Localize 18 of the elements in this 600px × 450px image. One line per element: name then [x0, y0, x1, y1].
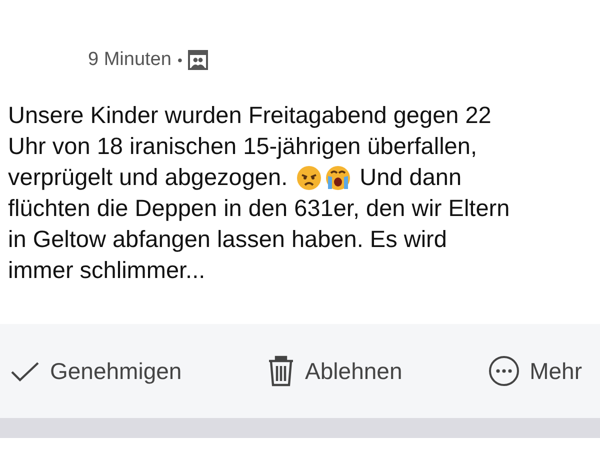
more-icon [488, 355, 520, 387]
post-text-line: Uhr von 18 iranischen 15-jährigen überfallen, [8, 132, 477, 161]
post-text-line: flüchten die Deppen in den 631er, den wir Eltern [8, 194, 510, 223]
annoyed-face-icon [296, 164, 322, 190]
post-text-line: Und dann [360, 163, 462, 192]
separator-dot: • [177, 52, 182, 68]
crying-face-icon [324, 164, 352, 190]
post-text-line: Unsere Kinder wurden Freitagabend gegen 22 [8, 101, 492, 130]
post-text-line: verprügelt und abgezogen. [8, 163, 288, 192]
post-time: 9 Minuten [88, 49, 172, 71]
approve-button[interactable]: Genehmigen [10, 358, 182, 384]
decline-button[interactable]: Ablehnen [267, 355, 402, 387]
trash-icon [267, 355, 296, 387]
check-icon [10, 360, 40, 382]
post-text-line: in Geltow abfangen lassen haben. Es wird [8, 225, 447, 254]
post-text-line: immer schlimmer... [8, 256, 206, 285]
more-button[interactable]: Mehr [488, 355, 582, 387]
group-icon [188, 50, 208, 70]
